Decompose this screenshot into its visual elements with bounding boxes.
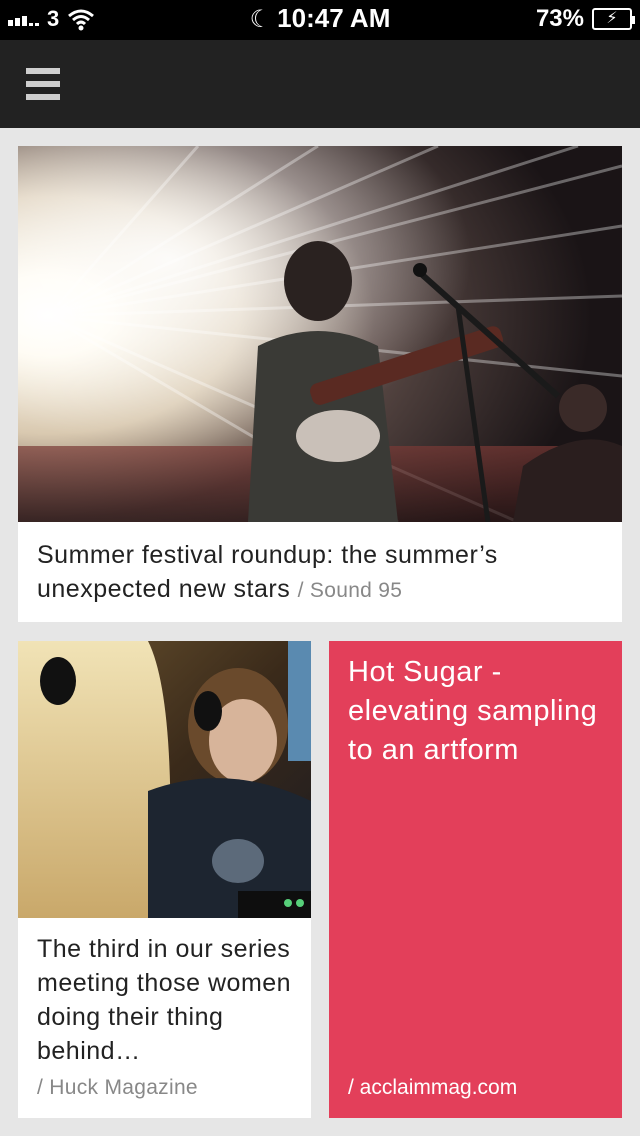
battery-charging-icon: ⚡ xyxy=(592,8,635,30)
left-card-title: The third in our series meeting those wo… xyxy=(37,935,292,1065)
status-bar: 3 ☾ 10:47 AM 73% ⚡ xyxy=(0,0,640,40)
featured-title: Summer festival roundup: the summer’s un… xyxy=(37,541,498,603)
article-card-hot-sugar[interactable]: Hot Sugar - elevating sampling to an art… xyxy=(329,641,622,1118)
featured-source: / Sound 95 xyxy=(297,579,403,602)
battery-percent: 73% xyxy=(535,5,584,32)
featured-caption: Summer festival roundup: the summer’s un… xyxy=(37,538,607,608)
nav-bar xyxy=(0,40,640,128)
right-card-source: / acclaimmag.com xyxy=(348,1076,518,1099)
moon-icon: ☾ xyxy=(249,6,272,33)
headphones-photo xyxy=(18,641,311,918)
clock: 10:47 AM xyxy=(277,3,391,33)
status-right: 73% ⚡ xyxy=(535,5,635,33)
featured-article-card[interactable]: Summer festival roundup: the summer’s un… xyxy=(18,146,622,622)
right-card-title: Hot Sugar - elevating sampling to an art… xyxy=(348,656,598,766)
article-card-women[interactable]: The third in our series meeting those wo… xyxy=(18,641,311,1118)
concert-photo xyxy=(18,146,622,522)
left-card-source: / Huck Magazine xyxy=(37,1076,198,1099)
hamburger-menu-icon[interactable] xyxy=(26,68,62,100)
